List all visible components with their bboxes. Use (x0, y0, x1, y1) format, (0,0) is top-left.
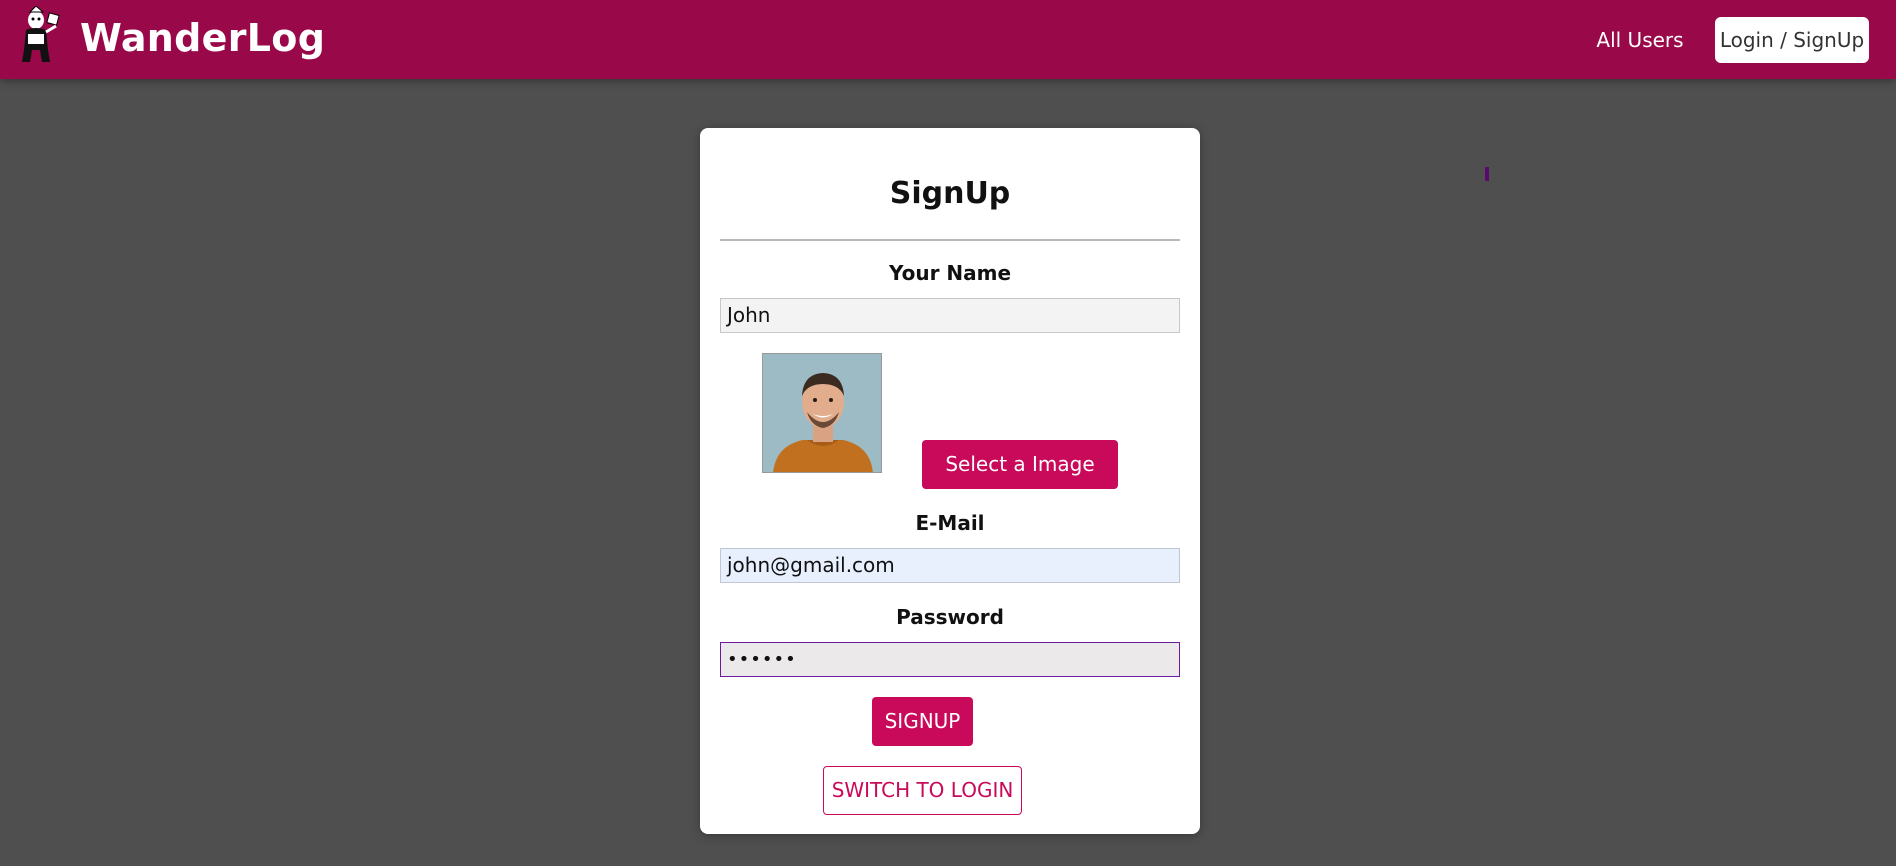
person-photo-icon (763, 354, 881, 472)
brand-name[interactable]: WanderLog (80, 12, 325, 64)
select-image-button[interactable]: Select a Image (922, 440, 1118, 489)
nav-all-users-link[interactable]: All Users (1590, 22, 1690, 58)
signup-button[interactable]: SIGNUP (872, 697, 973, 746)
stray-marker (1485, 167, 1489, 181)
switch-to-login-button[interactable]: SWITCH TO LOGIN (823, 766, 1022, 815)
email-label: E-Mail (915, 511, 985, 535)
traveler-logo-icon[interactable] (16, 6, 62, 64)
avatar-preview-image (762, 353, 882, 473)
form-title: SignUp (889, 176, 1011, 211)
name-label: Your Name (888, 261, 1012, 285)
email-input[interactable]: john@gmail.com (720, 548, 1180, 583)
password-label: Password (896, 605, 1004, 629)
name-input[interactable]: John (720, 298, 1180, 333)
title-divider (720, 239, 1180, 241)
password-input[interactable]: •••••• (720, 642, 1180, 677)
top-navbar: WanderLog All Users Login / SignUp (0, 0, 1896, 79)
nav-login-signup-button[interactable]: Login / SignUp (1715, 17, 1869, 63)
signup-card: SignUp Your Name John Select a Image E-M… (700, 128, 1200, 834)
